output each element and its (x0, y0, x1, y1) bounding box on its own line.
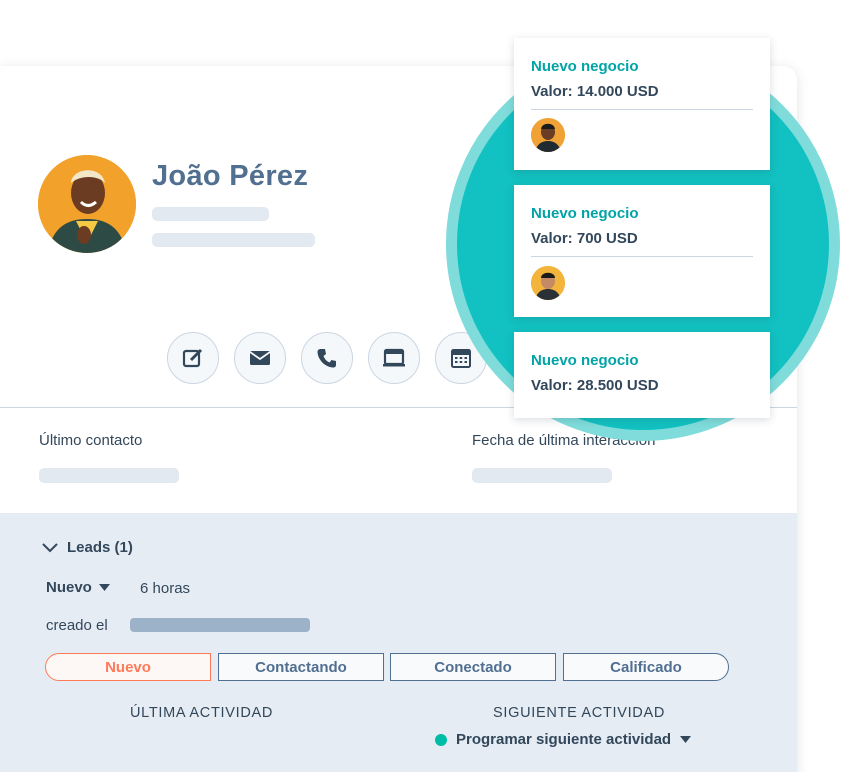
status-dot (435, 733, 447, 746)
deal-card[interactable]: Nuevo negocio Valor: 28.500 USD (514, 332, 770, 418)
last-activity-label: ÚLTIMA ACTIVIDAD (130, 705, 274, 721)
deal-owner-avatar (531, 118, 565, 152)
edit-note-icon (182, 348, 203, 368)
deal-divider (531, 256, 753, 257)
meeting-icon (383, 348, 405, 367)
last-contact-label: Último contacto (39, 432, 143, 449)
stage-calificado[interactable]: Calificado (563, 653, 729, 681)
deal-value: Valor: 14.000 USD (531, 83, 659, 100)
contact-avatar (38, 155, 136, 253)
created-label: creado el (46, 617, 108, 634)
deal-card[interactable]: Nuevo negocio Valor: 700 USD (514, 185, 770, 317)
created-date-placeholder (130, 618, 310, 632)
deal-card[interactable]: Nuevo negocio Valor: 14.000 USD (514, 38, 770, 170)
email-icon (249, 351, 271, 365)
schedule-activity-dropdown[interactable]: Programar siguiente actividad (435, 731, 692, 748)
stage-nuevo[interactable]: Nuevo (45, 653, 211, 681)
schedule-activity-label: Programar siguiente actividad (456, 731, 672, 748)
deal-title: Nuevo negocio (531, 58, 639, 75)
calendar-icon (451, 349, 471, 368)
lead-status-dropdown[interactable]: Nuevo (46, 579, 110, 596)
deal-title: Nuevo negocio (531, 352, 639, 369)
deal-divider (531, 109, 753, 110)
placeholder-line (152, 207, 269, 221)
lead-age: 6 horas (140, 580, 191, 597)
phone-icon (317, 349, 336, 368)
stage-contactando[interactable]: Contactando (218, 653, 384, 681)
next-activity-label: SIGUIENTE ACTIVIDAD (493, 705, 666, 721)
meeting-button[interactable] (368, 332, 420, 384)
edit-note-button[interactable] (167, 332, 219, 384)
crm-contact-view: João Pérez Último contacto Fecha de últi… (0, 0, 859, 772)
leads-header: Leads (1) (67, 539, 133, 556)
chevron-down-icon (42, 542, 58, 552)
deal-value: Valor: 700 USD (531, 230, 638, 247)
contact-name: João Pérez (152, 160, 309, 192)
deal-value: Valor: 28.500 USD (531, 377, 659, 394)
call-button[interactable] (301, 332, 353, 384)
last-interaction-value-placeholder (472, 468, 612, 483)
email-button[interactable] (234, 332, 286, 384)
caret-down-icon (98, 584, 110, 591)
last-contact-value-placeholder (39, 468, 179, 483)
action-bar (167, 332, 487, 384)
placeholder-line (152, 233, 315, 247)
stage-conectado[interactable]: Conectado (390, 653, 556, 681)
deal-owner-avatar (531, 266, 565, 300)
leads-toggle[interactable]: Leads (1) (42, 539, 133, 556)
caret-down-icon (680, 736, 692, 743)
deal-title: Nuevo negocio (531, 205, 639, 222)
lead-status: Nuevo (46, 579, 92, 596)
